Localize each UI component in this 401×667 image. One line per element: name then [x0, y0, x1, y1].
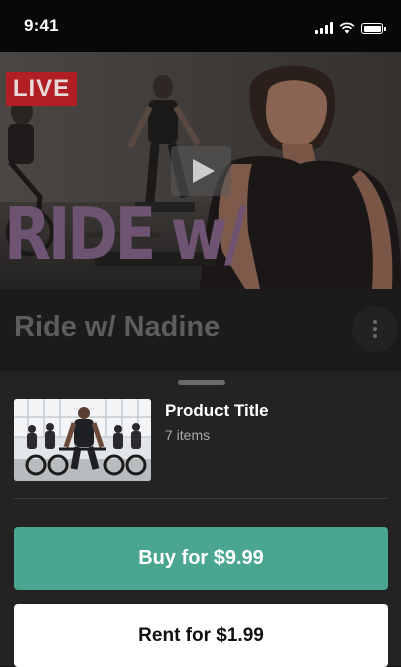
title-bar: Ride w/ Nadine	[0, 289, 401, 371]
status-icons	[315, 18, 386, 34]
hero-overlay-text: RIDE w/	[4, 192, 246, 276]
product-thumbnail	[14, 399, 151, 481]
divider	[14, 498, 388, 499]
wifi-icon	[339, 22, 355, 34]
buy-button[interactable]: Buy for $9.99	[14, 527, 388, 590]
cellular-signal-icon	[315, 22, 333, 34]
page-title: Ride w/ Nadine	[14, 311, 221, 343]
purchase-sheet: Product Title 7 items Buy for $9.99 Rent…	[0, 371, 401, 667]
product-title: Product Title	[165, 401, 269, 420]
more-vertical-icon[interactable]	[352, 306, 398, 352]
live-badge: LIVE	[6, 72, 77, 106]
sheet-grabber-handle[interactable]	[178, 380, 225, 385]
play-icon[interactable]	[171, 146, 231, 196]
hero-video[interactable]: LIVE RIDE w/	[0, 52, 401, 289]
status-time: 9:41	[24, 16, 59, 35]
product-item-count: 7 items	[165, 427, 211, 443]
rent-button[interactable]: Rent for $1.99	[14, 604, 388, 667]
status-bar: 9:41	[0, 0, 401, 52]
battery-icon	[361, 23, 386, 34]
